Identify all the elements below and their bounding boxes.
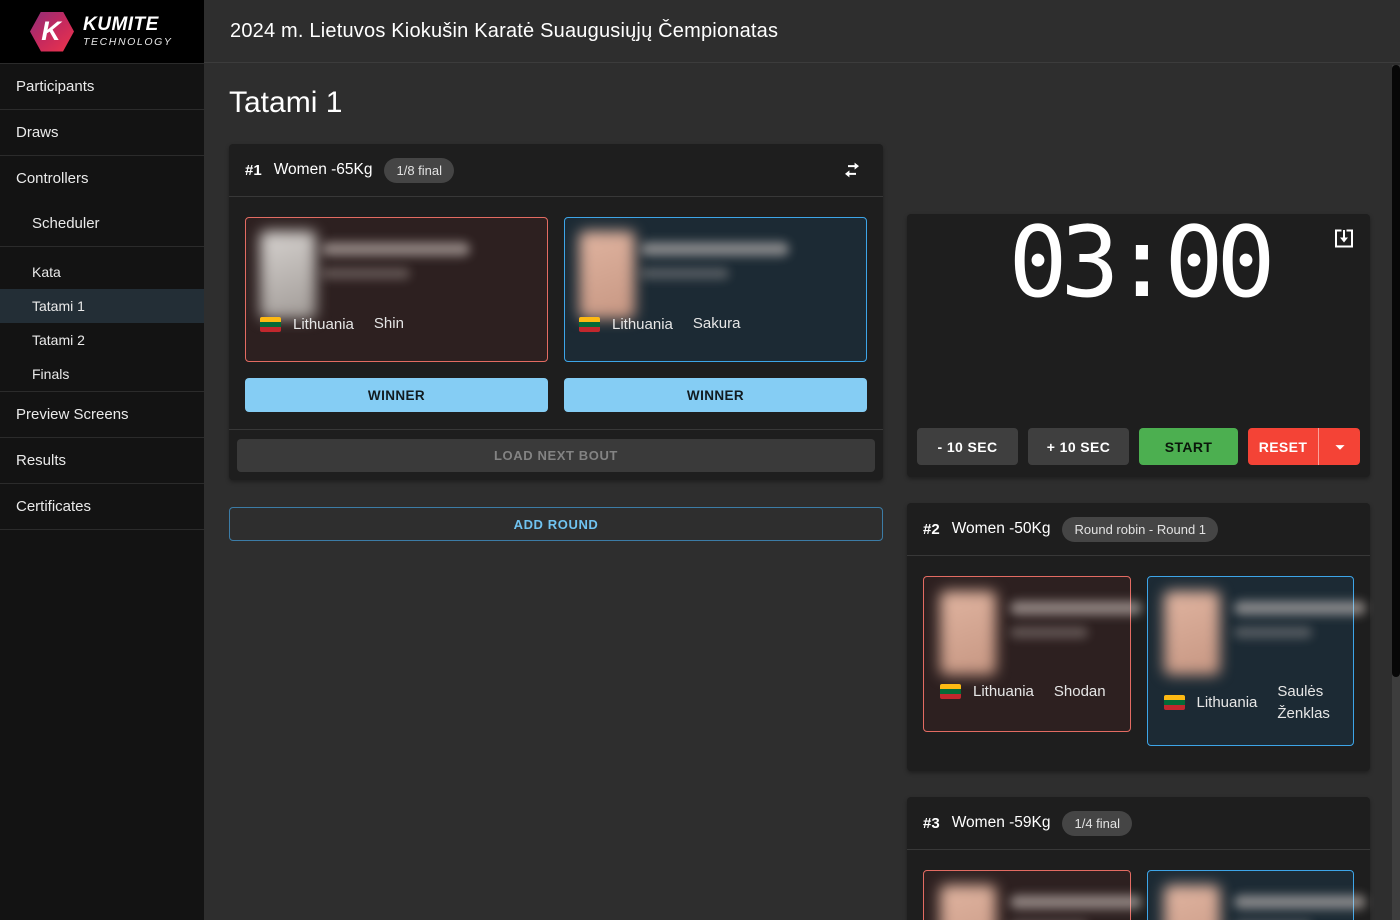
fighter-name-blurred bbox=[1010, 895, 1142, 909]
fighter-name-blurred bbox=[641, 242, 789, 256]
fighter-photo bbox=[260, 231, 316, 319]
bout-number: #1 bbox=[245, 162, 262, 179]
sidebar-item-kata[interactable]: Kata bbox=[0, 255, 204, 289]
page-title: Tatami 1 bbox=[229, 86, 1377, 120]
fighter-photo bbox=[1164, 885, 1220, 920]
bout-category: Women -65Kg bbox=[274, 161, 373, 179]
load-next-bout-button[interactable]: LOAD NEXT BOUT bbox=[237, 439, 875, 472]
app-logo[interactable]: K KUMITE TECHNOLOGY bbox=[0, 0, 204, 63]
fighter-dob-blurred bbox=[1234, 627, 1312, 638]
sidebar-item-tatami-2[interactable]: Tatami 2 bbox=[0, 323, 204, 357]
brand-name: KUMITE bbox=[83, 15, 173, 34]
swap-fighters-button[interactable] bbox=[837, 155, 867, 185]
sidebar-item-scheduler[interactable]: Scheduler bbox=[0, 201, 204, 246]
bout-category: Women -59Kg bbox=[952, 814, 1051, 832]
fighter-name-blurred bbox=[322, 242, 470, 256]
bout-stage-badge: 1/4 final bbox=[1062, 811, 1132, 836]
fighter-card-red[interactable]: Lithuania Shin bbox=[245, 217, 548, 362]
lithuania-flag-icon bbox=[1164, 695, 1185, 710]
fighter-dob-blurred bbox=[641, 268, 729, 279]
main-content: Tatami 1 #1 Women -65Kg 1/8 final bbox=[204, 64, 1400, 920]
fighter-dob-blurred bbox=[322, 268, 410, 279]
fighter-card-blue[interactable]: Lithuania Atemi bbox=[1147, 870, 1355, 920]
sidebar-item-draws[interactable]: Draws bbox=[0, 110, 204, 155]
divider bbox=[0, 529, 204, 530]
queued-bout-card: #3 Women -59Kg 1/4 final Lithuania Shin bbox=[907, 797, 1370, 920]
top-bar: 2024 m. Lietuvos Kiokušin Karatė Suaugus… bbox=[204, 0, 1400, 63]
sidebar: K KUMITE TECHNOLOGY Participants Draws C… bbox=[0, 0, 204, 920]
fighter-country: Lithuania bbox=[293, 316, 354, 333]
brand-tagline: TECHNOLOGY bbox=[83, 37, 173, 48]
send-to-display-icon bbox=[1332, 226, 1356, 250]
fighter-photo bbox=[579, 231, 635, 319]
fighter-card-blue[interactable]: Lithuania Sakura bbox=[564, 217, 867, 362]
fighter-photo bbox=[940, 591, 996, 675]
lithuania-flag-icon bbox=[940, 684, 961, 699]
minus-10-sec-button[interactable]: - 10 SEC bbox=[917, 428, 1018, 465]
sidebar-item-participants[interactable]: Participants bbox=[0, 64, 204, 109]
scrollbar-thumb[interactable] bbox=[1392, 65, 1400, 677]
timer-card: 03:00 - 10 SEC + 10 SEC START RESET bbox=[907, 214, 1370, 477]
fighter-photo bbox=[1164, 591, 1220, 675]
fighter-photo bbox=[940, 885, 996, 920]
fighter-club: Sakura bbox=[693, 313, 741, 335]
sidebar-item-controllers[interactable]: Controllers bbox=[0, 156, 204, 201]
sidebar-item-finals[interactable]: Finals bbox=[0, 357, 204, 391]
sidebar-item-results[interactable]: Results bbox=[0, 438, 204, 483]
sidebar-item-tatami-1[interactable]: Tatami 1 bbox=[0, 289, 204, 323]
reset-timer-button[interactable]: RESET bbox=[1248, 428, 1318, 465]
fighter-name-blurred bbox=[1010, 601, 1142, 615]
kumite-hexagon-logo-icon: K bbox=[30, 12, 74, 52]
fighter-card-red[interactable]: Lithuania Shodan bbox=[923, 576, 1131, 732]
fighter-club: Shodan bbox=[1054, 681, 1106, 703]
scrollbar[interactable] bbox=[1392, 65, 1400, 920]
reset-button-group: RESET bbox=[1248, 428, 1360, 465]
fighter-name-blurred bbox=[1234, 895, 1366, 909]
caret-down-icon bbox=[1329, 436, 1351, 458]
spacer bbox=[0, 247, 204, 255]
sidebar-item-certificates[interactable]: Certificates bbox=[0, 484, 204, 529]
start-timer-button[interactable]: START bbox=[1139, 428, 1238, 465]
fighter-dob-blurred bbox=[1010, 627, 1088, 638]
tournament-title: 2024 m. Lietuvos Kiokušin Karatė Suaugus… bbox=[230, 20, 778, 43]
fighter-card-red[interactable]: Lithuania Shin bbox=[923, 870, 1131, 920]
fighter-country: Lithuania bbox=[1197, 694, 1258, 711]
winner-blue-button[interactable]: WINNER bbox=[564, 378, 867, 412]
fighter-name-blurred bbox=[1234, 601, 1366, 615]
send-to-display-button[interactable] bbox=[1331, 226, 1357, 252]
fighter-card-blue[interactable]: Lithuania Saulės Ženklas bbox=[1147, 576, 1355, 746]
timer-display: 03:00 bbox=[907, 214, 1370, 312]
lithuania-flag-icon bbox=[579, 317, 600, 332]
fighter-club: Shin bbox=[374, 313, 404, 335]
fighter-country: Lithuania bbox=[612, 316, 673, 333]
bout-stage-badge: 1/8 final bbox=[384, 158, 454, 183]
winner-red-button[interactable]: WINNER bbox=[245, 378, 548, 412]
bout-number: #3 bbox=[923, 815, 940, 832]
fighter-country: Lithuania bbox=[973, 683, 1034, 700]
bout-stage-badge: Round robin - Round 1 bbox=[1062, 517, 1218, 542]
fighter-club: Saulės Ženklas bbox=[1277, 681, 1353, 725]
logo-monogram: K bbox=[41, 16, 61, 47]
reset-options-button[interactable] bbox=[1318, 428, 1360, 465]
bout-number: #2 bbox=[923, 521, 940, 538]
queued-bout-card: #2 Women -50Kg Round robin - Round 1 Lit… bbox=[907, 503, 1370, 771]
sidebar-item-preview-screens[interactable]: Preview Screens bbox=[0, 392, 204, 437]
add-round-button[interactable]: ADD ROUND bbox=[229, 507, 883, 541]
active-bout-card: #1 Women -65Kg 1/8 final bbox=[229, 144, 883, 480]
plus-10-sec-button[interactable]: + 10 SEC bbox=[1028, 428, 1129, 465]
bout-category: Women -50Kg bbox=[952, 520, 1051, 538]
lithuania-flag-icon bbox=[260, 317, 281, 332]
swap-horizontal-icon bbox=[840, 158, 864, 182]
